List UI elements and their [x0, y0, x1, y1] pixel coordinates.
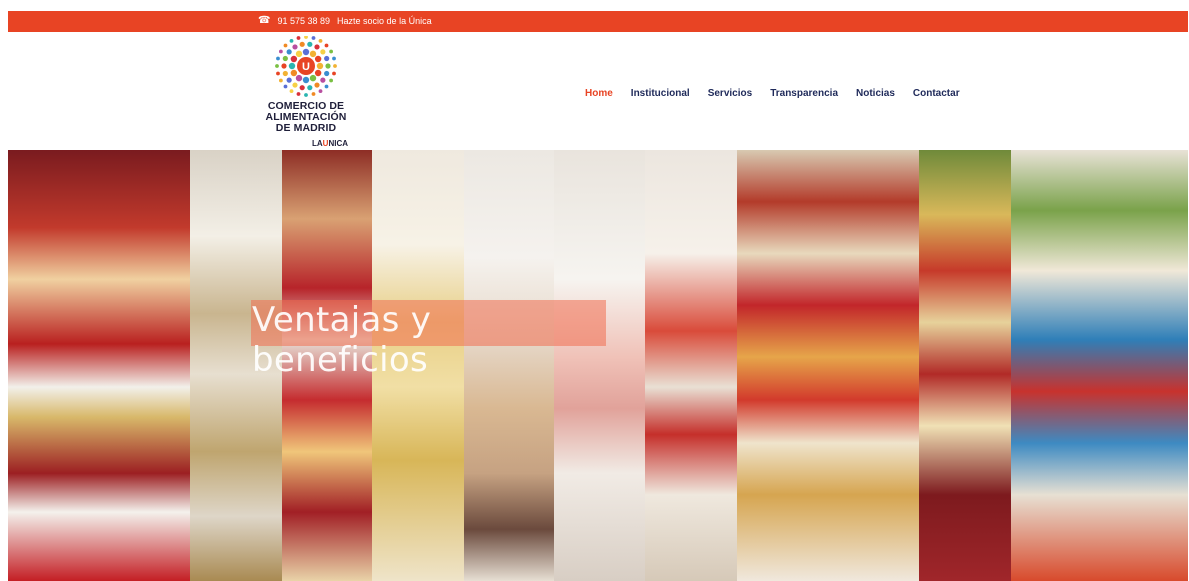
logo-dot	[278, 78, 283, 83]
logo-wordmark: COMERCIO DE ALIMENTACIÓN DE MADRID	[256, 101, 356, 134]
logo-dot	[314, 55, 322, 63]
logo-dot	[332, 71, 336, 76]
logo-dot	[295, 74, 303, 82]
logo-dot	[292, 82, 298, 88]
logo-dot	[296, 92, 301, 96]
nav-item-noticias[interactable]: Noticias	[856, 88, 895, 99]
logo-dot	[329, 78, 334, 83]
logo-dot	[309, 50, 317, 58]
hero-image-strip	[1011, 150, 1188, 581]
site-logo[interactable]: U COMERCIO DE ALIMENTACIÓN DE MADRID LAU…	[256, 36, 356, 148]
logo-dot	[320, 77, 326, 83]
logo-dot	[324, 84, 329, 89]
member-link[interactable]: Hazte socio de la Única	[337, 16, 432, 26]
logo-dot	[311, 92, 316, 96]
logo-dot	[304, 36, 308, 39]
logo-dot	[304, 93, 308, 97]
logo-dot	[316, 62, 324, 70]
logo-dot	[325, 63, 331, 69]
logo-dot	[286, 77, 292, 83]
top-bar: ☎ 91 575 38 89 Hazte socio de la Única	[8, 11, 1188, 32]
logo-dot	[333, 64, 337, 68]
logo-dot	[324, 55, 330, 62]
hero-image-strip	[737, 150, 919, 581]
logo-dot	[275, 64, 279, 68]
logo-dot	[314, 69, 322, 77]
logo-dot	[290, 69, 298, 77]
logo-dot	[276, 71, 280, 76]
logo-dot	[314, 44, 320, 50]
logo-dots-icon: U	[275, 36, 337, 97]
svg-text:U: U	[302, 61, 310, 73]
logo-dot	[295, 50, 303, 58]
logo-dot	[311, 36, 316, 40]
logo-dot	[318, 38, 323, 43]
nav-item-institucional[interactable]: Institucional	[631, 88, 690, 99]
logo-dot	[320, 49, 326, 55]
logo-dot	[307, 41, 313, 47]
logo-dot	[289, 89, 294, 94]
phone-number[interactable]: 91 575 38 89	[277, 16, 330, 26]
logo-dot	[324, 70, 330, 77]
top-bar-content: ☎ 91 575 38 89 Hazte socio de la Única	[258, 15, 432, 27]
logo-dot	[314, 82, 320, 88]
logo-dot	[283, 84, 288, 89]
phone-icon: ☎	[258, 15, 271, 26]
logo-dot	[281, 63, 287, 69]
logo-dot	[299, 41, 305, 47]
logo-dot	[283, 43, 288, 48]
logo-dot	[307, 85, 313, 91]
nav-item-servicios[interactable]: Servicios	[708, 88, 752, 99]
logo-dot	[288, 62, 296, 70]
logo-dot	[296, 36, 301, 40]
nav-item-transparencia[interactable]: Transparencia	[770, 88, 838, 99]
logo-dot	[276, 56, 280, 61]
hero-title: Ventajas y beneficios	[252, 300, 432, 380]
hero-image-strip	[645, 150, 737, 581]
logo-dot	[302, 76, 310, 84]
logo-dot	[332, 56, 336, 61]
logo-dot	[299, 85, 305, 91]
hero-image-strip	[8, 150, 190, 581]
site-header: U COMERCIO DE ALIMENTACIÓN DE MADRID LAU…	[8, 32, 1188, 150]
logo-dot	[289, 38, 294, 43]
nav-item-contactar[interactable]: Contactar	[913, 88, 960, 99]
logo-dot	[309, 74, 317, 82]
logo-line-3: DE MADRID	[275, 122, 337, 134]
logo-dot	[329, 49, 334, 54]
logo-dot	[278, 49, 283, 54]
logo-dot	[286, 49, 292, 55]
hero-banner: Ventajas y beneficios	[8, 150, 1188, 581]
logo-la-unica: LAUNICA	[312, 139, 349, 148]
logo-dot	[292, 44, 298, 50]
logo-dot	[290, 55, 298, 63]
nav-item-home[interactable]: Home	[585, 88, 613, 99]
logo-dot	[324, 43, 329, 48]
logo-dot	[282, 70, 288, 77]
main-nav: Home Institucional Servicios Transparenc…	[585, 88, 960, 99]
logo-dot	[318, 89, 323, 94]
logo-dot	[302, 48, 310, 56]
logo-dot	[282, 55, 288, 62]
hero-image-strip	[919, 150, 1011, 581]
